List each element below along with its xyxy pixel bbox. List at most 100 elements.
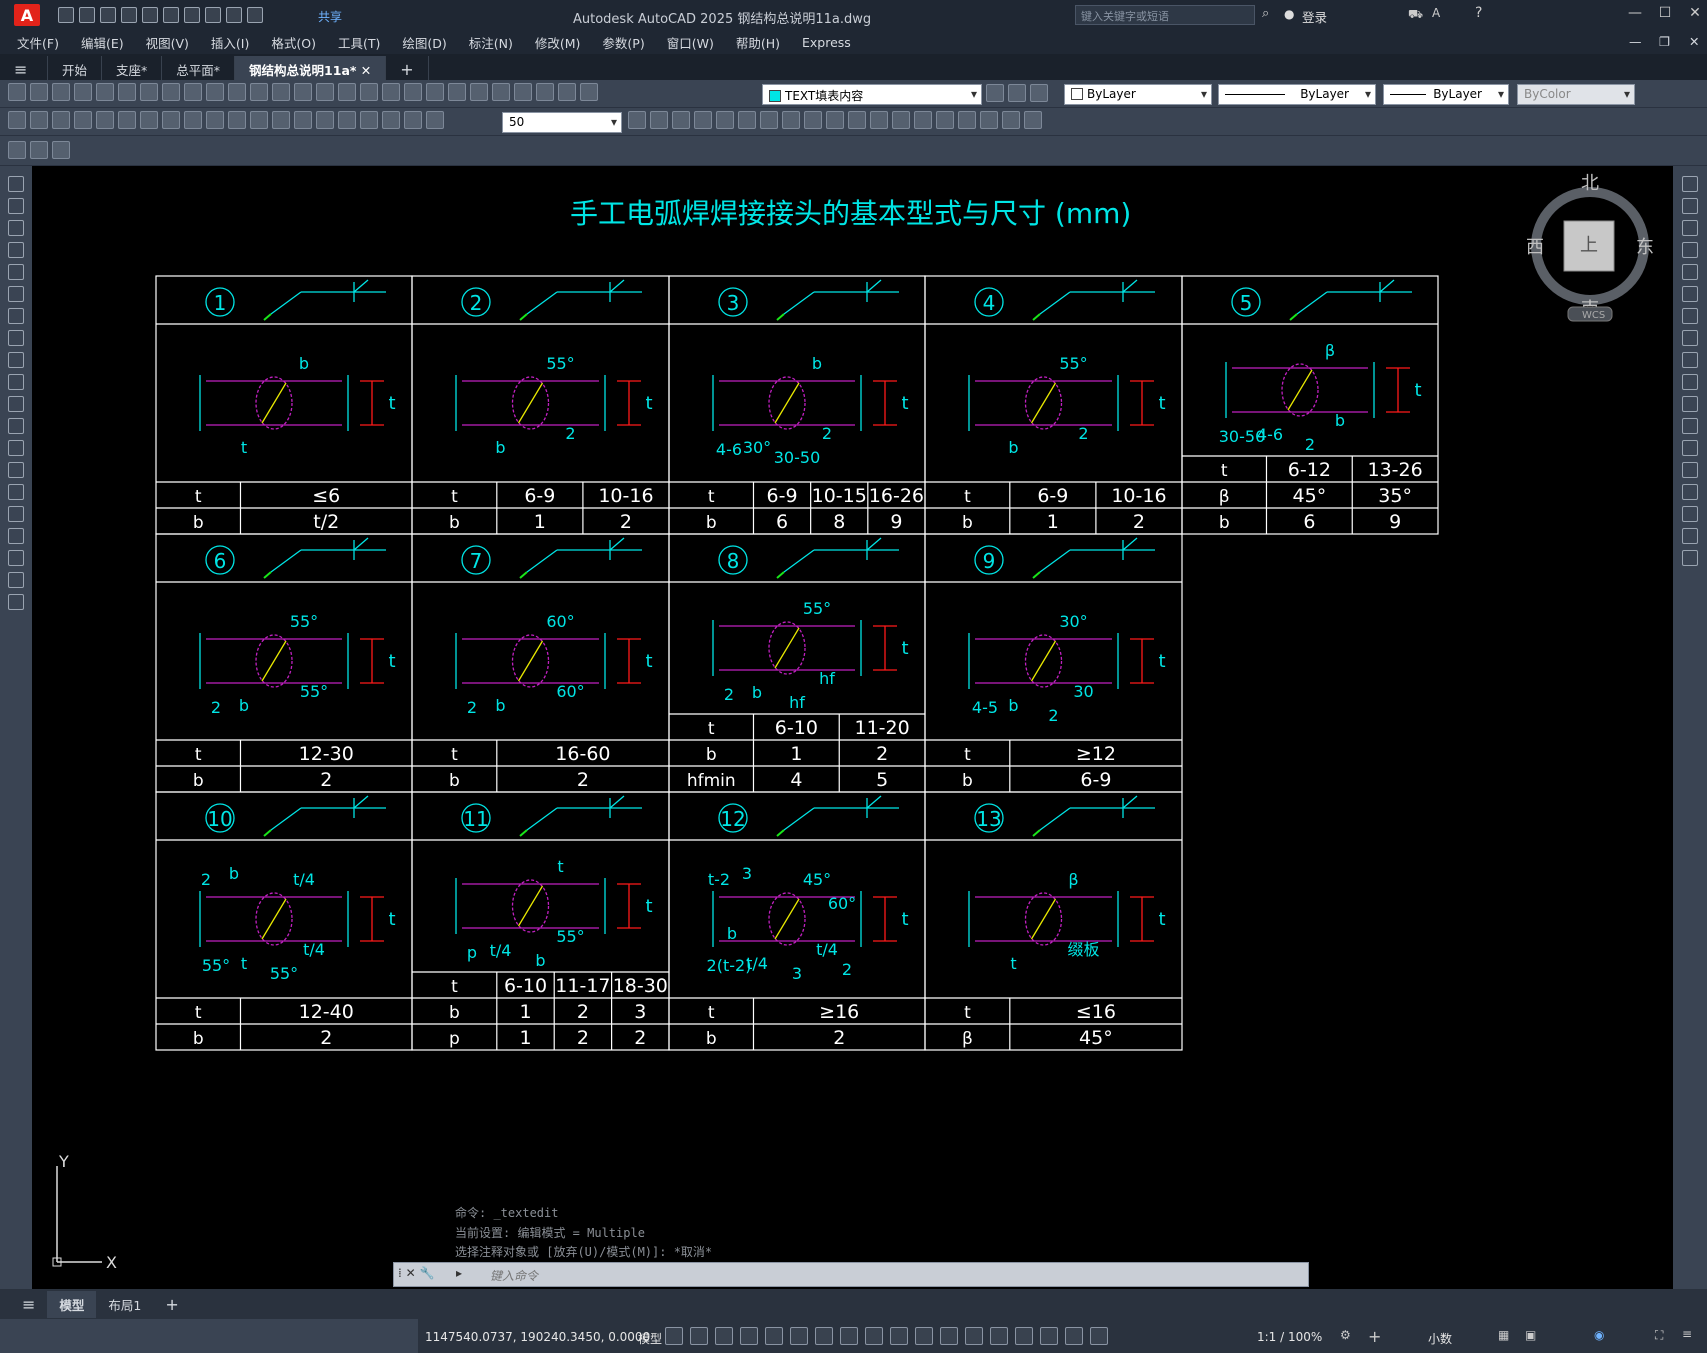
gear-icon[interactable]: ⚙ (1340, 1328, 1351, 1342)
viewcube-west[interactable]: 西 (1526, 237, 1544, 258)
dim-angular-icon[interactable] (162, 111, 180, 129)
make-current-icon[interactable] (986, 84, 1004, 102)
menu-draw[interactable]: 绘图(D) (391, 33, 457, 52)
ellipse-arc-icon[interactable] (8, 396, 24, 412)
color-dropdown[interactable]: ByLayer ▾ (1064, 84, 1212, 105)
fillet-icon[interactable] (958, 111, 976, 129)
jogged-linear-icon[interactable] (360, 111, 378, 129)
new-tab-button[interactable]: + (386, 56, 429, 80)
add-layout-button[interactable]: + (153, 1291, 190, 1318)
3d-osnap-icon[interactable] (965, 1327, 983, 1345)
layer-freeze-icon[interactable] (558, 83, 576, 101)
export-icon[interactable] (142, 7, 158, 23)
open-file-icon[interactable] (79, 7, 95, 23)
lock-ui-icon[interactable]: ▣ (1525, 1328, 1536, 1342)
match-prop-icon[interactable] (206, 83, 224, 101)
line-icon[interactable] (8, 176, 24, 192)
plotstyle-dropdown[interactable]: ByColor ▾ (1517, 84, 1635, 105)
menu-window[interactable]: 窗口(W) (656, 33, 725, 52)
offset-icon[interactable] (1682, 242, 1698, 258)
spline-icon[interactable] (8, 352, 24, 368)
join-icon[interactable] (1682, 462, 1698, 478)
rectangle-icon[interactable] (8, 264, 24, 280)
chamfer-icon[interactable] (936, 111, 954, 129)
region-icon[interactable] (8, 528, 24, 544)
break-icon[interactable] (1682, 440, 1698, 456)
search-input[interactable]: 键入关键字或短语 (1075, 5, 1255, 25)
layout-menu-icon[interactable]: ≡ (10, 1291, 47, 1318)
dim-edit-icon[interactable] (382, 111, 400, 129)
open-icon[interactable] (30, 83, 48, 101)
plot-icon[interactable] (184, 7, 200, 23)
doc-close-button[interactable]: ✕ (1678, 34, 1707, 49)
break-at-point-icon[interactable] (1682, 418, 1698, 434)
calc-icon[interactable] (470, 83, 488, 101)
dim-text-edit-icon[interactable] (404, 111, 422, 129)
mtext-icon[interactable] (8, 572, 24, 588)
zoom-realtime-icon[interactable] (294, 83, 312, 101)
array-icon[interactable] (738, 111, 756, 129)
circle-icon[interactable] (8, 308, 24, 324)
publish-icon[interactable] (118, 83, 136, 101)
stretch-icon[interactable] (826, 111, 844, 129)
menu-hamburger-icon[interactable]: ≡ (0, 56, 48, 80)
share-button[interactable]: 共享 (318, 8, 342, 25)
menu-insert[interactable]: 插入(I) (200, 33, 260, 52)
extend-icon[interactable] (870, 111, 888, 129)
transparency-icon[interactable] (915, 1327, 933, 1345)
make-block-icon[interactable] (8, 440, 24, 456)
cart-icon[interactable]: ⛟ (1408, 7, 1423, 23)
isolate-objects-icon[interactable]: ◉ (1594, 1328, 1604, 1342)
erase-icon[interactable] (760, 111, 778, 129)
pan-icon[interactable] (272, 83, 290, 101)
tab-start[interactable]: 开始 (48, 56, 103, 80)
break-icon[interactable] (892, 111, 910, 129)
cmd-grip-icon[interactable]: ⁞ ✕ 🔧 (398, 1266, 434, 1280)
point-icon[interactable] (8, 462, 24, 478)
dynamic-ucs-icon[interactable] (990, 1327, 1008, 1345)
join-icon[interactable] (914, 111, 932, 129)
tab-site-plan[interactable]: 总平面* (162, 56, 236, 80)
arc-icon[interactable] (8, 286, 24, 302)
lineweight-dropdown[interactable]: ByLayer ▾ (1383, 84, 1509, 105)
sheet-set-icon[interactable] (426, 83, 444, 101)
gizmo-icon[interactable] (1040, 1327, 1058, 1345)
express-text-icon[interactable] (8, 141, 26, 159)
dim-linear-icon[interactable] (8, 111, 26, 129)
lineweight-icon[interactable] (890, 1327, 908, 1345)
dim-ordinate-icon[interactable] (74, 111, 92, 129)
explode-icon[interactable] (980, 111, 998, 129)
selection-filter-icon[interactable] (1015, 1327, 1033, 1345)
dim-jogged-icon[interactable] (118, 111, 136, 129)
mirror-icon[interactable] (694, 111, 712, 129)
scale-icon[interactable] (1682, 330, 1698, 346)
tool-palettes-icon[interactable] (404, 83, 422, 101)
selection-cycling-icon[interactable] (940, 1327, 958, 1345)
login-button[interactable]: 登录 (1302, 7, 1327, 26)
undo-icon[interactable] (228, 83, 246, 101)
menu-parametric[interactable]: 参数(P) (591, 33, 655, 52)
quick-dim-icon[interactable] (184, 111, 202, 129)
new-file-icon[interactable] (58, 7, 74, 23)
dim-scale-dropdown[interactable]: 50 ▾ (502, 112, 622, 133)
menu-tools[interactable]: 工具(T) (327, 33, 391, 52)
help-icon[interactable]: ? (1475, 5, 1482, 21)
zoom-window-icon[interactable] (316, 83, 334, 101)
a360-icon[interactable]: A (1432, 6, 1440, 20)
mirror-icon[interactable] (1682, 220, 1698, 236)
user-icon[interactable]: ● (1284, 7, 1294, 21)
menu-help[interactable]: 帮助(H) (725, 33, 791, 52)
explode-icon[interactable] (1682, 550, 1698, 566)
revcloud-icon[interactable] (8, 330, 24, 346)
drawing-svg[interactable]: 手工电弧焊焊接接头的基本型式与尺寸 (mm) 1tbtt ≤6b t/22t55°b… (32, 166, 1673, 1289)
center-mark-icon[interactable] (316, 111, 334, 129)
dim-style-icon[interactable] (628, 111, 646, 129)
coordinate-readout[interactable]: 1147540.0737, 190240.3450, 0.0000 (425, 1330, 650, 1344)
search-icon[interactable]: ⌕ (1262, 6, 1269, 21)
ortho-icon[interactable] (765, 1327, 783, 1345)
dim-arc-icon[interactable] (52, 111, 70, 129)
autocad-logo-icon[interactable]: A (14, 4, 40, 26)
tab-layout1[interactable]: 布局1 (96, 1291, 153, 1318)
menu-file[interactable]: 文件(F) (6, 33, 70, 52)
snap-icon[interactable] (690, 1327, 708, 1345)
